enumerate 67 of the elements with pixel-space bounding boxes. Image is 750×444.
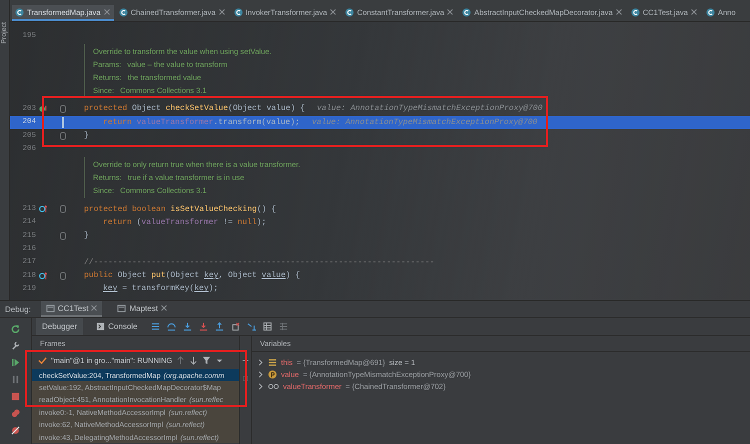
view-tab[interactable]: Console: [90, 318, 144, 335]
step-out-icon[interactable]: [214, 322, 224, 331]
mute-breakpoints-icon[interactable]: [11, 426, 20, 435]
list-icon: [268, 358, 277, 366]
parameter-icon: [268, 370, 277, 378]
class-icon: [706, 8, 715, 16]
code-text: protected Object checkSetValue(Object value) {: [83, 104, 305, 114]
close-icon[interactable]: [91, 305, 98, 311]
console-icon: [96, 322, 106, 331]
close-icon[interactable]: [447, 9, 454, 15]
code-text: return valueTransformer.transform(value);: [102, 118, 300, 127]
close-icon[interactable]: [160, 305, 167, 311]
class-icon: [118, 8, 128, 16]
inline-value-hint: value: AnnotationTypeMismatchExceptionProxy@700: [312, 118, 538, 127]
resume-icon[interactable]: [11, 358, 20, 367]
fold-icon[interactable]: [60, 272, 66, 280]
caret-icon: [62, 116, 64, 128]
implement-marker-icon: [39, 272, 47, 280]
force-step-into-icon[interactable]: [198, 322, 208, 331]
step-into-icon[interactable]: [182, 322, 192, 331]
code-text: }: [83, 231, 89, 240]
fold-icon[interactable]: [60, 132, 66, 140]
glasses-icon: [268, 382, 279, 390]
copy-icon[interactable]: [242, 374, 249, 383]
step-over-icon[interactable]: [166, 322, 176, 331]
run-to-cursor-icon[interactable]: [246, 322, 256, 331]
class-icon: [630, 8, 640, 16]
session-tab[interactable]: CC1Test: [40, 301, 102, 317]
fold-icon[interactable]: [60, 205, 66, 214]
code-text: //-----------------------------------------------------------------------: [83, 258, 434, 267]
fold-icon[interactable]: [60, 232, 66, 240]
up-arrow-icon: [176, 356, 186, 365]
down-arrow-icon: [189, 356, 198, 365]
filter-icon: [202, 356, 212, 365]
code-text: protected boolean isSetValueChecking() {: [83, 204, 276, 214]
view-tab[interactable]: Debugger: [36, 318, 84, 335]
run-config-icon: [117, 304, 126, 312]
implement-marker-icon: [39, 205, 47, 214]
close-icon[interactable]: [218, 9, 225, 15]
run-config-icon: [46, 304, 55, 312]
debug-title: Debug:: [5, 304, 31, 314]
close-icon[interactable]: [330, 9, 336, 15]
rerun-icon[interactable]: [11, 324, 20, 333]
fold-icon[interactable]: [60, 104, 66, 113]
inline-value-hint: value: AnnotationTypeMismatchExceptionProxy@700: [316, 104, 542, 114]
class-icon: [15, 8, 24, 16]
class-icon: [462, 8, 472, 16]
class-icon: [345, 8, 354, 16]
breakpoints-icon[interactable]: [11, 409, 20, 418]
code-text: key = transformKey(key);: [102, 284, 218, 294]
override-marker-icon: [39, 104, 47, 113]
drop-frame-icon[interactable]: [230, 322, 240, 331]
code-text: return (valueTransformer != null);: [102, 218, 266, 227]
session-tab[interactable]: Maptest: [112, 301, 172, 317]
check-icon: [38, 356, 47, 365]
close-icon[interactable]: [690, 9, 697, 15]
class-icon: [234, 8, 243, 16]
trace-icon[interactable]: [278, 322, 288, 331]
close-icon[interactable]: [616, 9, 622, 15]
menu-icon[interactable]: [150, 322, 160, 331]
code-text: }: [83, 131, 89, 140]
stop-icon[interactable]: [11, 392, 20, 401]
close-icon[interactable]: [104, 9, 110, 15]
code-text: public Object put(Object key, Object value) {: [83, 271, 300, 280]
evaluate-icon[interactable]: [262, 322, 272, 331]
wrench-icon[interactable]: [11, 341, 20, 350]
pause-icon[interactable]: [11, 375, 20, 384]
